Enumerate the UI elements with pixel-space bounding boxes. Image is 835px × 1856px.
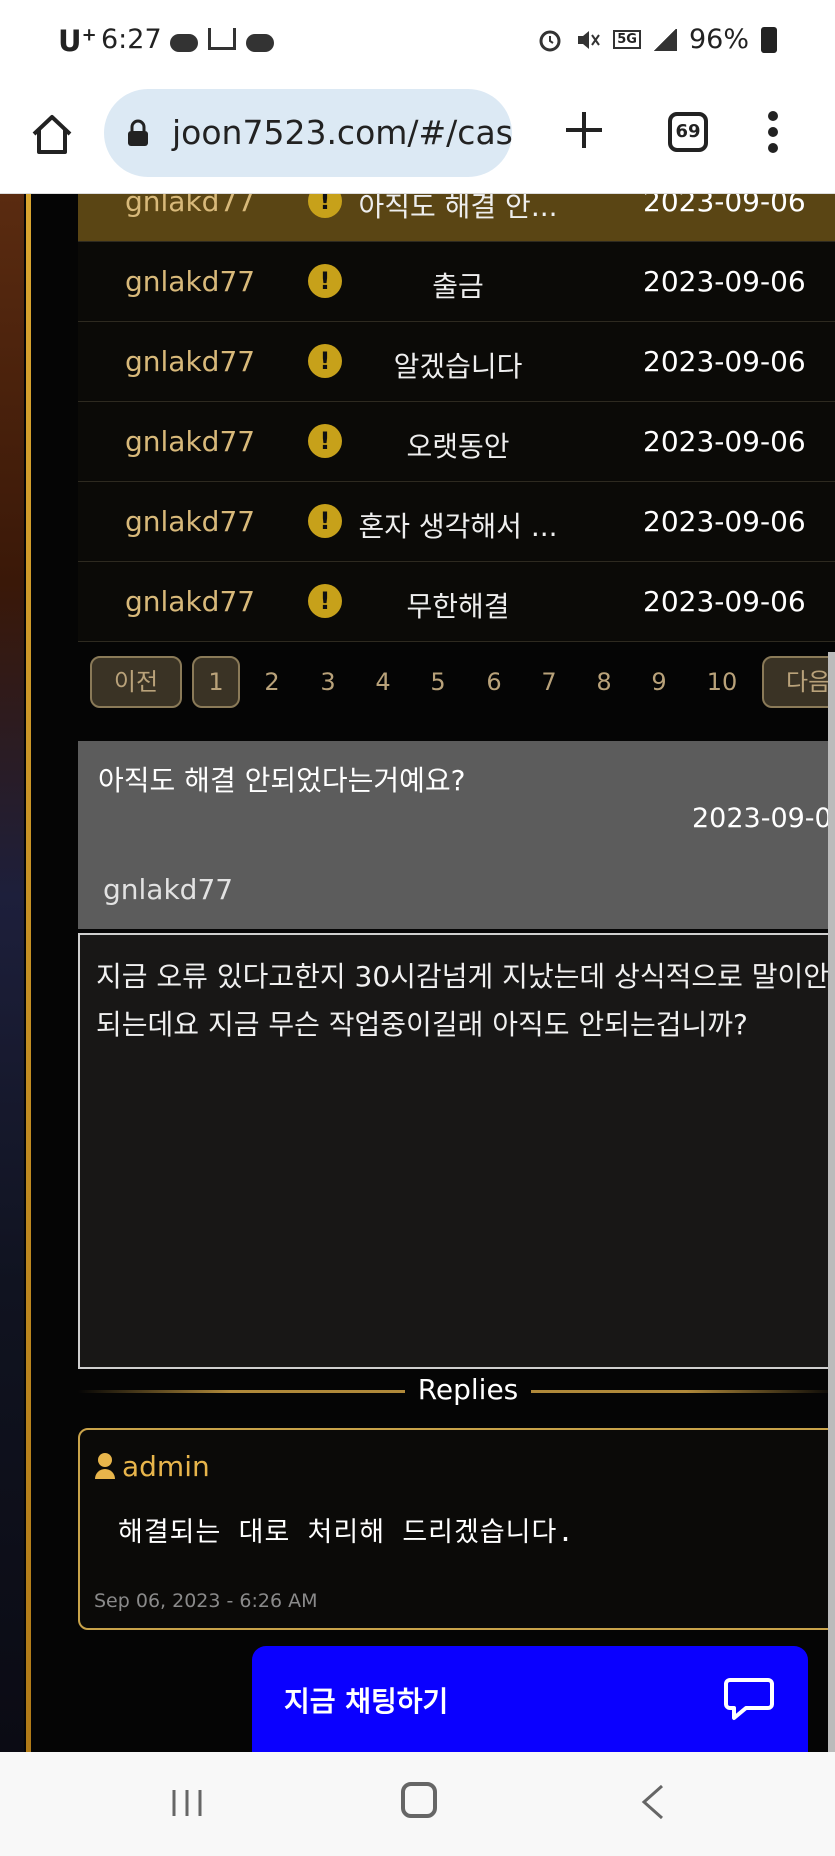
url-bar[interactable]: joon7523.com/#/cas <box>104 89 512 177</box>
battery-percent: 96% <box>688 24 749 55</box>
row-author: gnlakd77 <box>125 425 256 458</box>
reply-card: admin 해결되는 대로 처리해 드리겠습니다. Sep 06, 2023 -… <box>78 1428 835 1630</box>
clock: 6:27 <box>101 24 162 55</box>
new-tab-icon[interactable] <box>560 106 608 154</box>
replies-heading: Replies <box>405 1370 531 1412</box>
row-date: 2023-09-06 <box>643 425 806 458</box>
row-title: 알겠습니다 <box>393 350 523 383</box>
gmail-icon <box>208 28 236 50</box>
scrollbar[interactable] <box>828 652 835 1752</box>
reply-username: admin <box>122 1449 210 1483</box>
row-title: 아직도 해결 안... <box>358 194 558 223</box>
table-row[interactable]: gnlakd77 ! 알겠습니다 2023-09-06 <box>78 322 835 402</box>
alert-icon: ! <box>308 584 342 618</box>
battery-icon <box>761 26 777 53</box>
status-bar: U+ 6:27 5G 96% <box>0 0 835 84</box>
post-body: 지금 오류 있다고한지 30시감넘게 지났는데 상식적으로 말이안되는데요 지금… <box>78 933 835 1369</box>
page-3-button[interactable]: 3 <box>308 668 348 696</box>
mute-icon <box>578 30 601 49</box>
pagination: 이전 1 2 3 4 5 6 7 8 9 10 다음 <box>78 642 835 738</box>
alert-icon: ! <box>308 504 342 538</box>
lock-icon <box>128 119 148 146</box>
table-row[interactable]: gnlakd77 ! 아직도 해결 안... 2023-09-06 <box>78 194 835 242</box>
row-title: 무한해결 <box>406 590 510 623</box>
row-author: gnlakd77 <box>125 194 256 218</box>
page-6-button[interactable]: 6 <box>474 668 514 696</box>
chat-label: 지금 채팅하기 <box>284 1685 449 1718</box>
row-author: gnlakd77 <box>125 345 256 378</box>
cloud-icon <box>170 34 198 52</box>
alert-icon: ! <box>308 264 342 298</box>
page-10-button[interactable]: 10 <box>702 668 742 696</box>
network-type: 5G <box>613 30 641 49</box>
home-nav-icon[interactable] <box>401 1782 437 1818</box>
row-title: 출금 <box>432 270 484 303</box>
browser-toolbar: joon7523.com/#/cas 69 <box>0 84 835 194</box>
table-row[interactable]: gnlakd77 ! 혼자 생각해서 ... 2023-09-06 <box>78 482 835 562</box>
more-menu-icon[interactable] <box>766 110 780 154</box>
background-image <box>0 194 24 1752</box>
alert-icon: ! <box>308 424 342 458</box>
row-title: 혼자 생각해서 ... <box>358 510 558 543</box>
reply-user: admin <box>94 1448 210 1484</box>
row-date: 2023-09-06 <box>643 194 806 218</box>
page-7-button[interactable]: 7 <box>529 668 569 696</box>
page-8-button[interactable]: 8 <box>584 668 624 696</box>
page-2-button[interactable]: 2 <box>252 668 292 696</box>
alert-icon: ! <box>308 344 342 378</box>
page-5-button[interactable]: 5 <box>418 668 458 696</box>
row-date: 2023-09-06 <box>643 505 806 538</box>
user-icon <box>95 1453 115 1479</box>
table-row[interactable]: gnlakd77 ! 무한해결 2023-09-06 <box>78 562 835 642</box>
url-text: joon7523.com/#/cas <box>172 113 512 152</box>
post-header: 아직도 해결 안되었다는거예요? 2023-09-06 gnlakd77 <box>78 741 835 929</box>
post-text: 지금 오류 있다고한지 30시감넘게 지났는데 상식적으로 말이안되는데요 지금… <box>96 960 830 1041</box>
chat-bubble-icon <box>724 1678 774 1720</box>
back-icon[interactable] <box>640 1784 666 1820</box>
next-page-button[interactable]: 다음 <box>762 656 835 708</box>
row-date: 2023-09-06 <box>643 265 806 298</box>
live-chat-button[interactable]: 지금 채팅하기 <box>252 1646 808 1752</box>
alarm-icon <box>539 30 561 51</box>
web-page: gnlakd77 ! 아직도 해결 안... 2023-09-06 gnlakd… <box>0 194 835 1752</box>
signal-icon <box>652 28 677 51</box>
row-author: gnlakd77 <box>125 585 256 618</box>
post-author: gnlakd77 <box>103 873 234 906</box>
row-date: 2023-09-06 <box>643 345 806 378</box>
row-author: gnlakd77 <box>125 505 256 538</box>
alert-icon: ! <box>308 194 342 218</box>
prev-page-button[interactable]: 이전 <box>90 656 182 708</box>
tab-switcher-button[interactable]: 69 <box>668 112 708 152</box>
carrier-label: U+ <box>58 24 97 58</box>
page-9-button[interactable]: 9 <box>639 668 679 696</box>
row-title: 오랫동안 <box>406 430 510 463</box>
row-author: gnlakd77 <box>125 265 256 298</box>
home-icon[interactable] <box>30 112 74 156</box>
row-date: 2023-09-06 <box>643 585 806 618</box>
reply-date: Sep 06, 2023 - 6:26 AM <box>94 1590 318 1612</box>
post-title: 아직도 해결 안되었다는거예요? <box>98 764 466 797</box>
system-nav-bar <box>0 1752 835 1856</box>
page-4-button[interactable]: 4 <box>363 668 403 696</box>
page-1-button[interactable]: 1 <box>192 656 240 708</box>
gold-border <box>26 194 31 1752</box>
reply-text: 해결되는 대로 처리해 드리겠습니다. <box>118 1517 575 1548</box>
weather-icon <box>246 34 274 52</box>
table-row[interactable]: gnlakd77 ! 출금 2023-09-06 <box>78 242 835 322</box>
post-date: 2023-09-06 <box>692 803 835 834</box>
table-row[interactable]: gnlakd77 ! 오랫동안 2023-09-06 <box>78 402 835 482</box>
recent-apps-icon[interactable] <box>170 1788 204 1818</box>
message-list: gnlakd77 ! 아직도 해결 안... 2023-09-06 gnlakd… <box>78 194 835 642</box>
